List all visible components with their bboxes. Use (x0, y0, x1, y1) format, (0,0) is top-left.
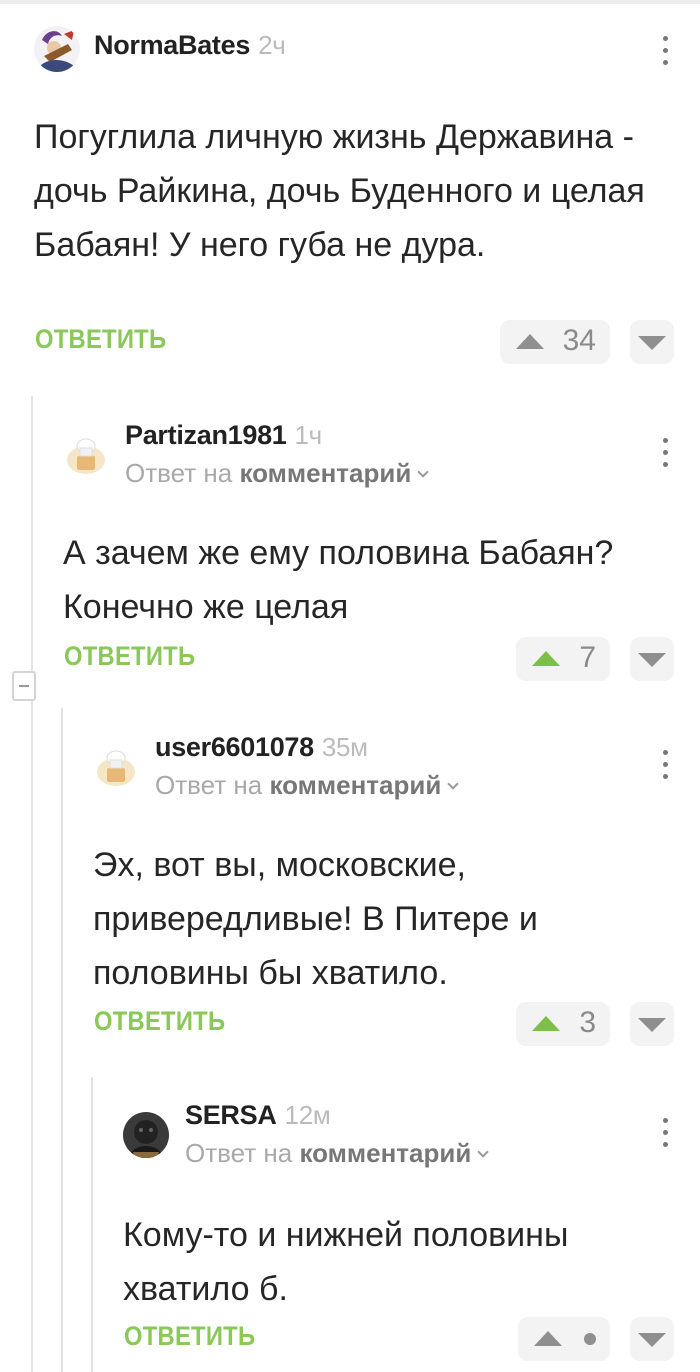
username-text[interactable]: SERSA (185, 1100, 277, 1130)
comment-header: NormaBates 2ч (34, 22, 674, 78)
upvote-button[interactable]: 34 (500, 320, 610, 364)
username[interactable]: NormaBates 2ч (94, 30, 286, 61)
username-text[interactable]: NormaBates (94, 30, 250, 60)
comment-text: Эх, вот вы, московские, привередливые! В… (93, 846, 538, 992)
username[interactable]: Partizan1981 1ч (125, 420, 322, 451)
downvote-button[interactable] (630, 1002, 674, 1046)
reply-to-prefix: Ответ на (185, 1138, 300, 1168)
chevron-down-icon (477, 1146, 489, 1158)
triangle-down-icon (638, 1333, 666, 1347)
reply-to-link[interactable]: Ответ на комментарий (185, 1138, 489, 1169)
comment-menu-button[interactable] (656, 34, 674, 68)
comment-header: Partizan1981 1ч Ответ на комментарий (63, 412, 674, 488)
username-text[interactable]: user6601078 (155, 732, 314, 762)
reply-to-link[interactable]: Ответ на комментарий (155, 770, 459, 801)
comment-menu-button[interactable] (656, 436, 674, 470)
upvote-button[interactable] (518, 1317, 610, 1361)
vote-score: 34 (562, 324, 596, 357)
chevron-down-icon (447, 778, 459, 790)
username-text[interactable]: Partizan1981 (125, 420, 287, 450)
top-divider (0, 0, 700, 4)
comment: Partizan1981 1ч Ответ на комментарий А за… (63, 412, 674, 681)
triangle-up-icon (532, 651, 560, 666)
comment-header: user6601078 35м Ответ на комментарий (93, 724, 674, 800)
reply-to-parent-link[interactable]: комментарий (299, 1138, 471, 1168)
triangle-up-icon (534, 1331, 562, 1346)
avatar[interactable] (34, 26, 80, 72)
comment-actions: ОТВЕТИТЬ 7 (63, 637, 674, 681)
reply-to-prefix: Ответ на (155, 770, 270, 800)
reply-button[interactable]: ОТВЕТИТЬ (64, 641, 195, 672)
comment-actions: ОТВЕТИТЬ (123, 1317, 674, 1361)
more-vertical-icon (663, 438, 668, 443)
triangle-down-icon (638, 653, 666, 667)
comment-text: А зачем же ему половина Бабаян? Конечно … (63, 534, 614, 626)
vote-score-hidden (584, 1333, 596, 1345)
triangle-up-icon (516, 334, 544, 349)
reply-to-parent-link[interactable]: комментарий (269, 770, 441, 800)
reply-to-prefix: Ответ на (125, 458, 240, 488)
reply-button[interactable]: ОТВЕТИТЬ (94, 1006, 225, 1037)
comment-header: SERSA 12м Ответ на комментарий (123, 1092, 674, 1168)
chevron-down-icon (417, 466, 429, 478)
comment-menu-button[interactable] (656, 1116, 674, 1150)
thread-line[interactable] (61, 708, 63, 1372)
comment-text: Кому-то и нижней половины хватило б. (123, 1216, 569, 1308)
comment: user6601078 35м Ответ на комментарий Эх, … (93, 724, 674, 1046)
downvote-button[interactable] (630, 1317, 674, 1361)
reply-button[interactable]: ОТВЕТИТЬ (35, 324, 166, 355)
thread-line[interactable] (31, 396, 33, 1372)
username[interactable]: SERSA 12м (185, 1100, 331, 1131)
triangle-up-icon (532, 1016, 560, 1031)
avatar[interactable] (63, 432, 109, 478)
comment-menu-button[interactable] (656, 748, 674, 782)
avatar[interactable] (93, 744, 139, 790)
more-vertical-icon (663, 750, 668, 755)
timestamp: 2ч (258, 30, 286, 60)
timestamp: 35м (321, 732, 368, 762)
triangle-down-icon (638, 1018, 666, 1032)
avatar[interactable] (123, 1112, 169, 1158)
triangle-down-icon (638, 336, 666, 350)
minus-icon (19, 685, 29, 687)
more-vertical-icon (663, 1118, 668, 1123)
thread-line[interactable] (91, 1077, 93, 1372)
upvote-button[interactable]: 7 (516, 637, 610, 681)
upvote-button[interactable]: 3 (516, 1002, 610, 1046)
more-vertical-icon (663, 36, 668, 41)
comment-actions: ОТВЕТИТЬ 34 (34, 320, 674, 364)
vote-score: 3 (579, 1006, 596, 1039)
username[interactable]: user6601078 35м (155, 732, 368, 763)
reply-to-link[interactable]: Ответ на комментарий (125, 458, 429, 489)
vote-score: 7 (579, 641, 596, 674)
comment: SERSA 12м Ответ на комментарий Кому-то и … (123, 1092, 674, 1361)
collapse-thread-button[interactable] (12, 671, 36, 701)
downvote-button[interactable] (630, 637, 674, 681)
reply-button[interactable]: ОТВЕТИТЬ (124, 1321, 255, 1352)
comment-actions: ОТВЕТИТЬ 3 (93, 1002, 674, 1046)
comment: NormaBates 2ч Погуглила личную жизнь Держ… (34, 22, 674, 364)
comment-text: Погуглила личную жизнь Державина - дочь … (34, 118, 645, 264)
timestamp: 1ч (294, 420, 323, 450)
downvote-button[interactable] (630, 320, 674, 364)
timestamp: 12м (284, 1100, 331, 1130)
reply-to-parent-link[interactable]: комментарий (239, 458, 411, 488)
